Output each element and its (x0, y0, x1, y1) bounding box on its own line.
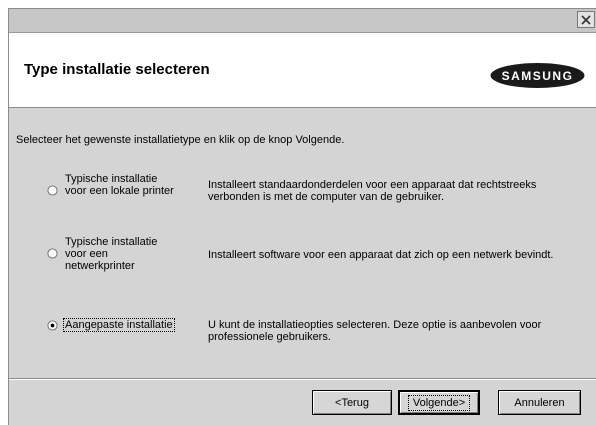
description-line: professionele gebruikers. (208, 331, 331, 343)
option-label[interactable]: Typische installatie voor een netwerkpri… (65, 236, 195, 272)
option-label-line: netwerkprinter (65, 260, 135, 272)
button-separator (9, 378, 596, 380)
cancel-button[interactable]: Annuleren (498, 390, 581, 415)
back-button[interactable]: <Terug (312, 390, 392, 415)
header-panel: Type installatie selecteren SAMSUNG (9, 33, 596, 108)
option-label[interactable]: Aangepaste installatie (63, 318, 195, 332)
back-button-label: <Terug (335, 396, 369, 409)
close-button[interactable] (577, 11, 595, 28)
title-bar (9, 9, 596, 33)
logo-text: SAMSUNG (502, 69, 574, 83)
radio-icon[interactable] (47, 185, 58, 196)
option-label-line: voor een (65, 248, 108, 260)
description-line: Installeert standaardonderdelen voor een… (208, 179, 537, 191)
samsung-logo: SAMSUNG (490, 63, 585, 88)
page-title: Type installatie selecteren (24, 61, 210, 78)
option-description: Installeert software voor een apparaat d… (208, 249, 578, 261)
option-label-line: Typische installatie (65, 236, 158, 248)
option-label[interactable]: Typische installatie voor een lokale pri… (65, 173, 195, 197)
installer-window: Type installatie selecteren SAMSUNG Sele… (8, 8, 596, 425)
close-icon (581, 14, 591, 25)
radio-icon[interactable] (47, 248, 58, 259)
option-description: Installeert standaardonderdelen voor een… (208, 179, 578, 203)
next-button[interactable]: Volgende> (398, 390, 480, 415)
description-line: Installeert software voor een apparaat d… (208, 249, 554, 261)
instruction-text: Selecteer het gewenste installatietype e… (16, 134, 345, 146)
option-label-line: Typische installatie (65, 173, 158, 185)
cancel-button-label: Annuleren (514, 396, 565, 409)
option-description: U kunt de installatieopties selecteren. … (208, 319, 578, 343)
radio-selected-icon[interactable] (47, 320, 58, 331)
description-line: verbonden is met de computer van de gebr… (208, 191, 445, 203)
next-button-label: Volgende> (407, 394, 471, 411)
description-line: U kunt de installatieopties selecteren. … (208, 319, 542, 331)
option-label-line: Aangepaste installatie (63, 318, 175, 332)
option-label-line: voor een lokale printer (65, 185, 174, 197)
